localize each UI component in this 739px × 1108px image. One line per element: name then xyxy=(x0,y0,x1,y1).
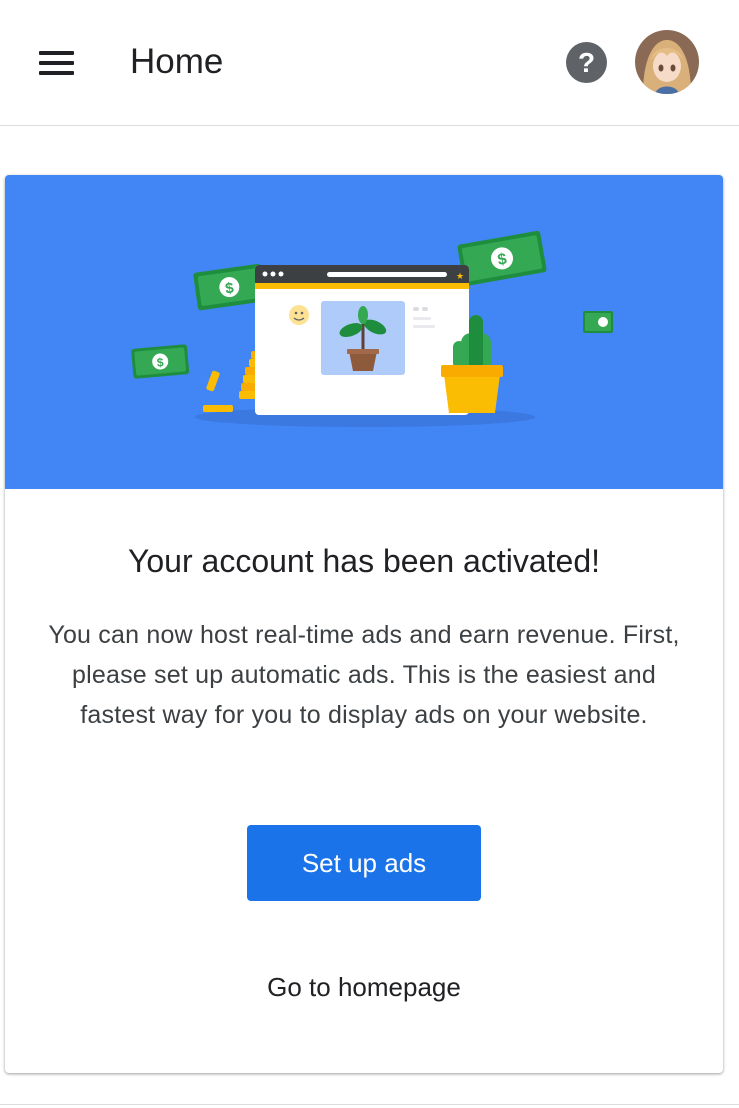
activation-title: Your account has been activated! xyxy=(127,543,601,579)
hamburger-menu-icon[interactable] xyxy=(26,38,86,88)
money-bill-lower-left-icon: $ xyxy=(131,344,190,379)
browser-window-icon: ★ xyxy=(255,265,469,415)
page-title: Home xyxy=(130,42,224,81)
hero-illustration: $ $ $ ★ xyxy=(5,175,723,489)
money-bill-small-icon xyxy=(583,311,613,333)
app-bar: Home ? xyxy=(0,0,739,126)
money-bill-left-icon: $ xyxy=(193,263,266,311)
help-icon[interactable]: ? xyxy=(566,42,607,83)
set-up-ads-button[interactable]: Set up ads xyxy=(247,825,481,901)
activation-description: You can now host real-time ads and earn … xyxy=(48,621,680,729)
avatar[interactable] xyxy=(635,30,699,94)
bottom-divider xyxy=(0,1104,739,1105)
money-website-illustration: $ $ $ ★ xyxy=(131,230,613,427)
avatar-image xyxy=(635,30,699,94)
money-bill-right-icon: $ xyxy=(457,230,547,286)
go-to-homepage-link[interactable]: Go to homepage xyxy=(5,967,723,1007)
svg-text:★: ★ xyxy=(456,272,464,282)
activation-card: $ $ $ ★ Your account has been activated!… xyxy=(5,175,723,1073)
